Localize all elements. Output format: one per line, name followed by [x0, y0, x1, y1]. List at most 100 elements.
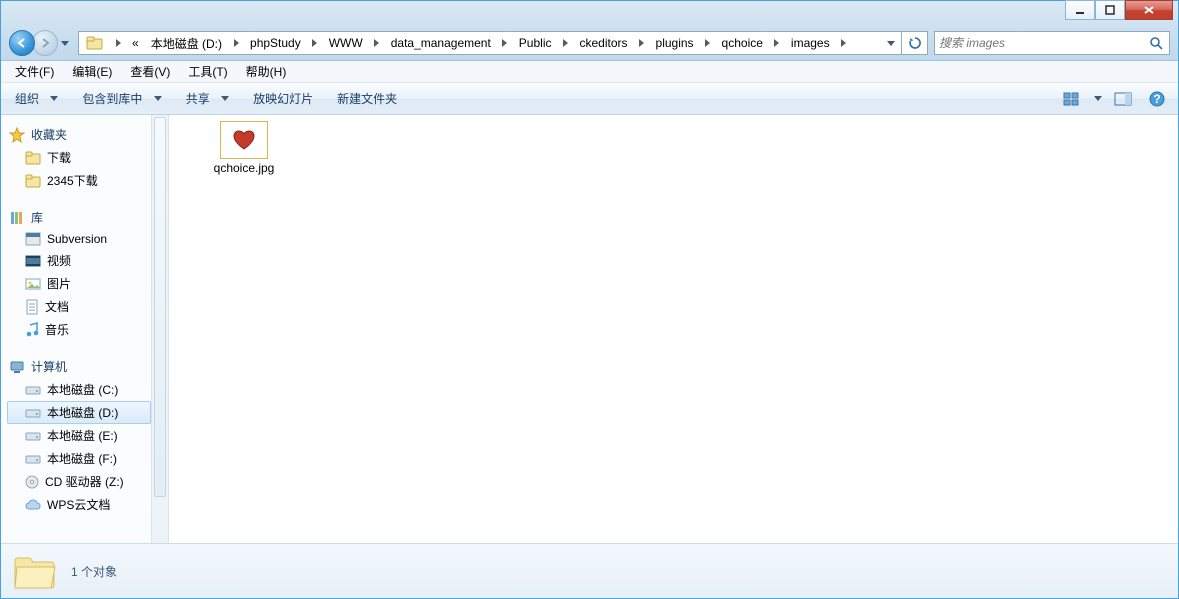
slideshow-button[interactable]: 放映幻灯片 — [247, 87, 319, 110]
nav-item[interactable]: 音乐 — [7, 318, 151, 341]
cloud-drive-icon — [25, 499, 41, 511]
share-button[interactable]: 共享 — [180, 87, 235, 110]
search-box[interactable] — [934, 31, 1170, 55]
breadcrumb-item[interactable]: images — [786, 32, 835, 54]
nav-item[interactable]: 图片 — [7, 272, 151, 295]
body-split: 收藏夹 下载 2345下载 库 Subversion 视频图片文档音乐 计算机 本地… — [1, 115, 1178, 543]
breadcrumb-sep[interactable] — [558, 32, 572, 54]
nav-item[interactable]: 文档 — [7, 295, 151, 318]
minimize-button[interactable] — [1065, 0, 1095, 20]
libraries-header[interactable]: 库 — [7, 206, 151, 229]
nav-history-dropdown[interactable] — [58, 31, 72, 55]
nav-item-label: 图片 — [47, 275, 71, 292]
refresh-button[interactable] — [902, 31, 928, 55]
breadcrumb-item[interactable]: ckeditors — [574, 32, 632, 54]
navigation-pane: 收藏夹 下载 2345下载 库 Subversion 视频图片文档音乐 计算机 本地… — [1, 115, 169, 543]
search-input[interactable] — [939, 36, 1147, 50]
view-mode-button[interactable] — [1060, 88, 1086, 110]
status-bar: 1 个对象 — [1, 543, 1178, 598]
breadcrumb-item[interactable]: plugins — [651, 32, 699, 54]
menu-item[interactable]: 帮助(H) — [238, 61, 295, 82]
nav-item-label: 本地磁盘 (D:) — [47, 404, 118, 421]
breadcrumb-sep[interactable] — [111, 32, 125, 54]
breadcrumb-sep[interactable] — [837, 32, 851, 54]
nav-item[interactable]: 本地磁盘 (E:) — [7, 424, 151, 447]
breadcrumb-sep[interactable] — [308, 32, 322, 54]
nav-scrollbar[interactable] — [151, 115, 168, 543]
nav-item[interactable]: WPS云文档 — [7, 493, 151, 516]
file-name-label: qchoice.jpg — [199, 161, 289, 175]
title-frame: « 本地磁盘 (D:) phpStudy WWW data_management Pub… — [1, 1, 1178, 61]
nav-item[interactable]: 本地磁盘 (C:) — [7, 378, 151, 401]
computer-label: 计算机 — [31, 358, 67, 375]
nav-item[interactable]: CD 驱动器 (Z:) — [7, 470, 151, 493]
menu-item[interactable]: 编辑(E) — [64, 61, 120, 82]
favorites-header[interactable]: 收藏夹 — [7, 123, 151, 146]
newfolder-label: 新建文件夹 — [337, 90, 397, 107]
nav-item-label: 文档 — [45, 298, 69, 315]
forward-button[interactable] — [32, 30, 58, 56]
breadcrumb-item[interactable]: Public — [514, 32, 557, 54]
include-in-library-button[interactable]: 包含到库中 — [76, 87, 167, 110]
nav-item[interactable]: 下载 — [7, 146, 151, 169]
breadcrumb-item[interactable]: data_management — [386, 32, 496, 54]
nav-item-label: 本地磁盘 (F:) — [47, 450, 117, 467]
content-pane[interactable]: qchoice.jpg — [169, 115, 1178, 543]
nav-item-label: 本地磁盘 (C:) — [47, 381, 118, 398]
pictures-icon — [25, 278, 41, 290]
nav-item[interactable]: 视频 — [7, 249, 151, 272]
nav-item-label: Subversion — [47, 232, 107, 246]
address-bar[interactable]: « 本地磁盘 (D:) phpStudy WWW data_management Pub… — [78, 31, 902, 55]
hard-drive-icon — [25, 407, 41, 419]
organize-button[interactable]: 组织 — [9, 87, 64, 110]
hard-drive-icon — [25, 430, 41, 442]
hard-drive-icon — [25, 453, 41, 465]
menu-item[interactable]: 文件(F) — [7, 61, 62, 82]
maximize-button[interactable] — [1095, 0, 1125, 20]
toolbar: 组织 包含到库中 共享 放映幻灯片 新建文件夹 ? — [1, 83, 1178, 115]
nav-item[interactable]: 2345下载 — [7, 169, 151, 192]
libraries-label: 库 — [31, 209, 43, 226]
breadcrumb-sep[interactable] — [701, 32, 715, 54]
preview-pane-button[interactable] — [1110, 88, 1136, 110]
documents-icon — [25, 299, 39, 315]
organize-label: 组织 — [15, 90, 39, 107]
menu-item[interactable]: 查看(V) — [122, 61, 178, 82]
close-button[interactable] — [1125, 0, 1173, 20]
breadcrumb-item[interactable]: 本地磁盘 (D:) — [146, 32, 227, 54]
breadcrumb-sep[interactable] — [635, 32, 649, 54]
breadcrumb-item[interactable]: qchoice — [717, 32, 768, 54]
nav-buttons — [9, 31, 72, 55]
search-icon[interactable] — [1147, 36, 1165, 50]
nav-item-label: 音乐 — [45, 321, 69, 338]
breadcrumb-sep[interactable] — [370, 32, 384, 54]
breadcrumb-prefix[interactable]: « — [127, 32, 144, 54]
file-item[interactable]: qchoice.jpg — [199, 121, 289, 175]
new-folder-button[interactable]: 新建文件夹 — [331, 87, 403, 110]
help-button[interactable]: ? — [1144, 88, 1170, 110]
address-dropdown[interactable] — [881, 41, 899, 46]
svg-text:?: ? — [1153, 92, 1160, 106]
nav-item[interactable]: Subversion — [7, 229, 151, 249]
hard-drive-icon — [25, 384, 41, 396]
breadcrumb-item[interactable]: WWW — [324, 32, 368, 54]
view-mode-dropdown[interactable] — [1094, 96, 1102, 101]
breadcrumb-item[interactable]: phpStudy — [245, 32, 306, 54]
file-thumbnail — [220, 121, 268, 159]
menu-item[interactable]: 工具(T) — [180, 61, 235, 82]
nav-item[interactable]: 本地磁盘 (D:) — [7, 401, 151, 424]
folder-icon — [25, 174, 41, 188]
video-icon — [25, 255, 41, 267]
computer-header[interactable]: 计算机 — [7, 355, 151, 378]
nav-item-label: 2345下载 — [47, 172, 98, 189]
breadcrumb-sep[interactable] — [229, 32, 243, 54]
slideshow-label: 放映幻灯片 — [253, 90, 313, 107]
nav-item[interactable]: 本地磁盘 (F:) — [7, 447, 151, 470]
back-button[interactable] — [9, 30, 35, 56]
optical-drive-icon — [25, 475, 39, 489]
breadcrumb-sep[interactable] — [770, 32, 784, 54]
nav-scrollbar-thumb[interactable] — [154, 117, 166, 497]
breadcrumb-sep[interactable] — [498, 32, 512, 54]
folder-icon — [25, 151, 41, 165]
status-count-text: 1 个对象 — [71, 563, 117, 580]
